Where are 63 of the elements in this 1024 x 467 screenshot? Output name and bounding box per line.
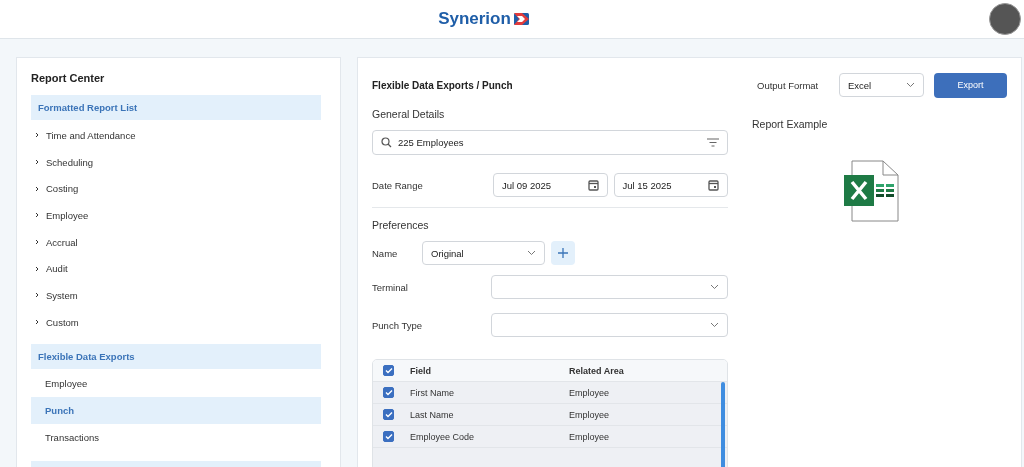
column-header: Field (410, 365, 432, 376)
sidebar-item[interactable]: Audit (31, 255, 321, 283)
sidebar-item[interactable]: Accrual (31, 228, 321, 256)
sidebar-item[interactable]: Scheduling (31, 148, 321, 176)
plus-icon (558, 248, 568, 258)
chevron-down-icon (527, 250, 536, 256)
name-dropdown[interactable]: Original (422, 241, 545, 265)
row-checkbox[interactable] (383, 431, 394, 442)
calendar-icon (708, 179, 719, 191)
chevron-right-icon (34, 132, 40, 139)
employee-search-field[interactable]: 225 Employees (372, 130, 728, 155)
output-format-dropdown[interactable]: Excel (839, 73, 924, 97)
chevron-right-icon (34, 159, 40, 166)
sidebar-item[interactable]: Employee (31, 202, 321, 229)
user-avatar[interactable] (989, 3, 1021, 35)
field-label: Date Range (372, 179, 424, 191)
select-all-checkbox[interactable] (383, 365, 394, 376)
table-cell-text: Employee Code (410, 431, 476, 442)
sidebar-item[interactable]: Custom (31, 308, 321, 336)
table-cell-text: Employee (569, 409, 611, 420)
table-cell-text: Last Name (410, 409, 455, 420)
chevron-down-icon (906, 82, 915, 88)
sidebar-item[interactable]: Time and Attendance (31, 122, 321, 149)
section-header[interactable]: Flexible Data Exports (31, 343, 321, 369)
sidebar-item[interactable]: System (31, 282, 321, 309)
spreadsheet-file-icon (844, 160, 902, 222)
chevron-right-icon (34, 265, 40, 272)
search-icon (381, 137, 392, 148)
table-cell-text: First Name (410, 387, 455, 398)
row-checkbox[interactable] (383, 387, 394, 398)
table-cell-text: Employee (569, 431, 611, 442)
filter-icon[interactable] (707, 138, 719, 147)
table-cell-text: Employee (569, 387, 611, 398)
chevron-down-icon (710, 284, 719, 290)
chevron-right-icon (34, 185, 40, 192)
section-title: Report Example (752, 118, 829, 130)
sidebar-item[interactable]: Punch (31, 397, 321, 424)
chevron-down-icon (710, 322, 719, 328)
column-header: Related Area (569, 365, 625, 376)
add-button[interactable] (551, 241, 575, 265)
chevron-right-icon (34, 212, 40, 219)
calendar-icon (587, 179, 599, 191)
logo: Synerion (438, 9, 529, 29)
sidebar-item[interactable]: Costing (31, 175, 321, 203)
sidebar-title: Report Center (31, 72, 106, 84)
section-header[interactable]: Formatted Report List (31, 95, 321, 120)
breadcrumb: Flexible Data Exports / Punch (372, 78, 514, 93)
field-label: Terminal (372, 281, 409, 293)
date-field[interactable]: Jul 09 2025 (493, 173, 608, 197)
export-button[interactable]: Export (934, 72, 1007, 98)
chevron-right-icon (34, 292, 40, 299)
field-label: Punch Type (372, 319, 423, 331)
date-field[interactable]: Jul 15 2025 (613, 173, 728, 197)
field-label: Name (372, 247, 399, 259)
sidebar-item[interactable]: Transactions (31, 423, 321, 451)
field-label: Output Format (757, 79, 820, 91)
chevron-right-icon (34, 319, 40, 326)
sidebar-item[interactable]: Employee (31, 370, 321, 398)
section-title: General Details (372, 108, 446, 120)
chevron-right-icon (34, 239, 40, 246)
row-checkbox[interactable] (383, 409, 394, 420)
section-title: Preferences (372, 219, 430, 231)
scrollbar[interactable] (721, 382, 725, 467)
